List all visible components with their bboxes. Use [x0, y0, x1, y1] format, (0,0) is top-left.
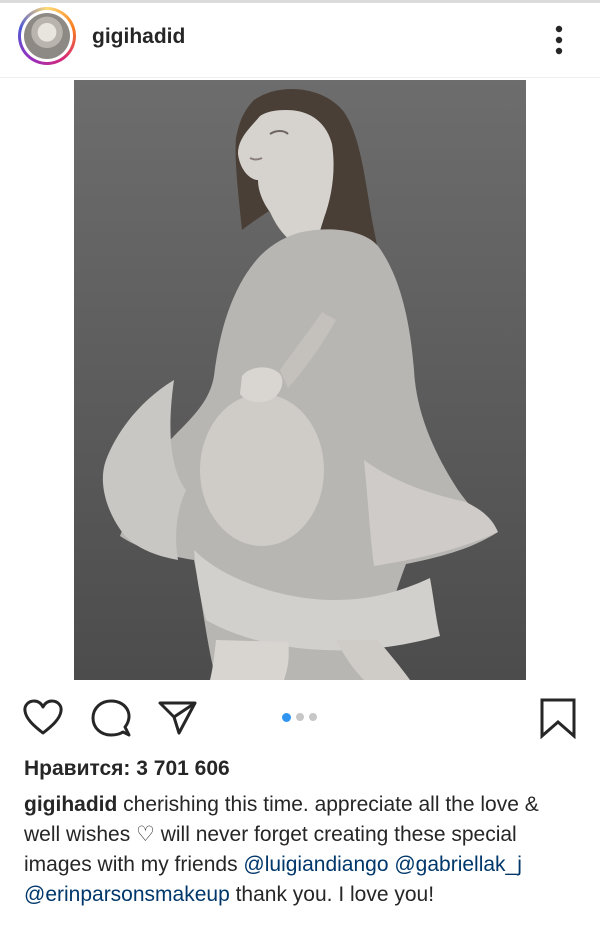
heart-icon[interactable]: [22, 699, 64, 737]
post-username[interactable]: gigihadid: [92, 25, 185, 49]
bookmark-icon[interactable]: [539, 697, 577, 739]
mention-link[interactable]: @gabriellak_j: [394, 853, 522, 876]
post-photo[interactable]: [74, 80, 526, 680]
mention-link[interactable]: @luigiandiango: [243, 853, 388, 876]
action-bar: [0, 690, 600, 746]
carousel-dot-active: [282, 712, 291, 722]
more-options-icon[interactable]: [547, 23, 571, 57]
avatar[interactable]: [18, 7, 76, 65]
caption-text: thank you. I love you!: [229, 883, 435, 906]
caption-username[interactable]: gigihadid: [24, 793, 117, 816]
avatar-image: [24, 13, 70, 59]
post-caption: gigihadid cherishing this time. apprecia…: [24, 790, 580, 910]
mention-link[interactable]: @erinparsonsmakeup: [24, 883, 230, 906]
post-header: gigihadid: [0, 3, 600, 78]
carousel-dot: [296, 713, 304, 721]
photo-illustration: [102, 88, 498, 680]
comment-icon[interactable]: [90, 699, 132, 739]
avatar-frame: [21, 10, 73, 62]
carousel-indicator: [282, 712, 317, 722]
carousel-dot: [309, 713, 317, 721]
share-icon[interactable]: [157, 699, 199, 737]
likes-count[interactable]: Нравится: 3 701 606: [24, 757, 230, 781]
